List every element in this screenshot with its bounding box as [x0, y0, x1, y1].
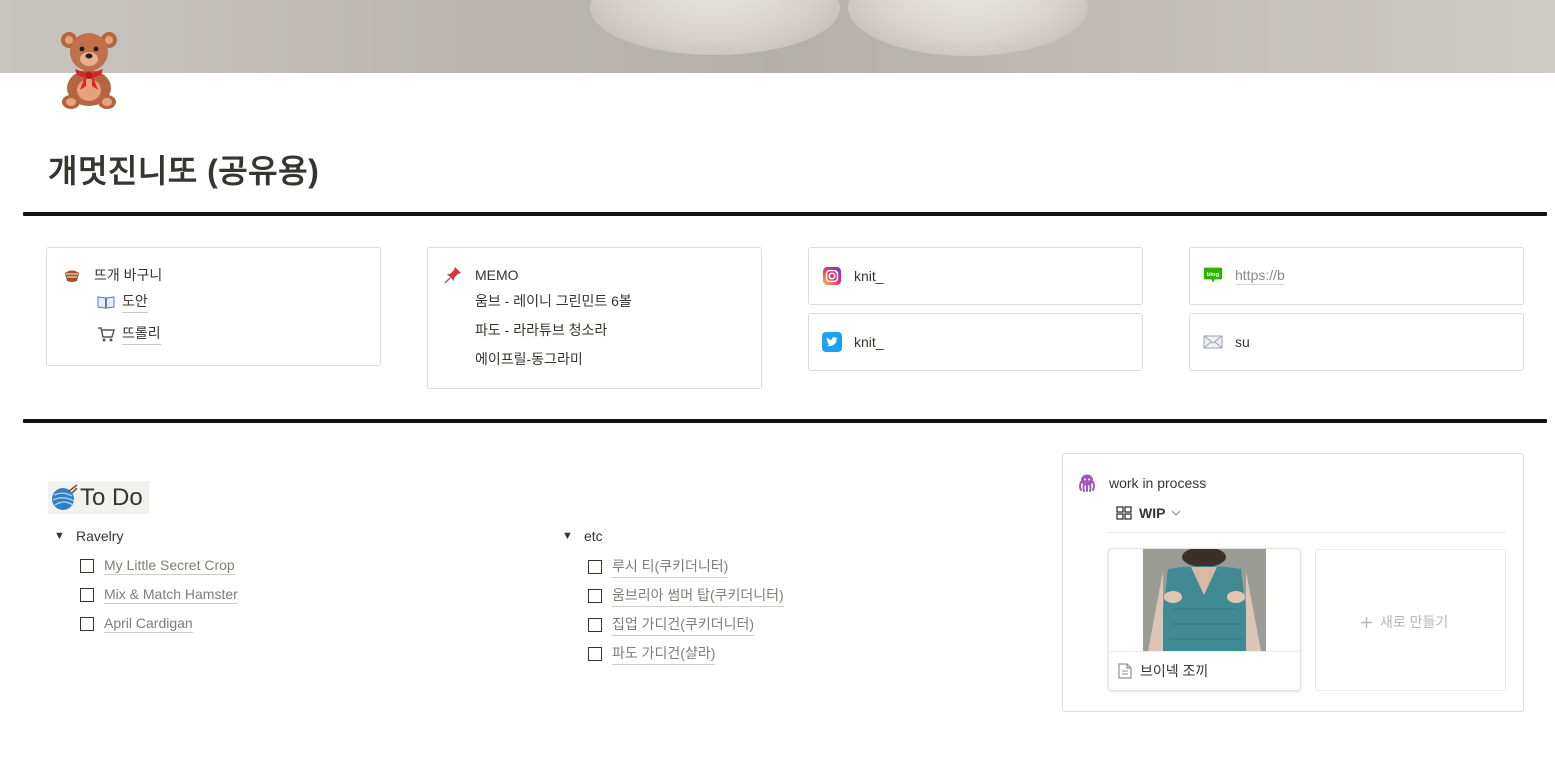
- basket-item-label[interactable]: 도안: [122, 291, 148, 313]
- page-document-icon: [1118, 663, 1132, 679]
- gallery-card[interactable]: 브이넥 조끼: [1108, 548, 1301, 691]
- todo-item[interactable]: 루시 티(쿠키더니터): [588, 556, 729, 578]
- wip-title: work in process: [1109, 475, 1207, 491]
- todo-item[interactable]: My Little Secret Crop: [80, 557, 235, 575]
- todo-item-label[interactable]: April Cardigan: [104, 615, 193, 633]
- gallery-view-icon: [1116, 506, 1132, 520]
- todo-item[interactable]: 움브리아 썸머 탑(쿠키더니터): [588, 585, 784, 607]
- todo-checkbox[interactable]: [588, 647, 602, 661]
- blog-url-link[interactable]: https://b: [1235, 267, 1285, 285]
- basket-callout[interactable]: 뜨개 바구니 도안 뜨롤리: [46, 247, 381, 366]
- todo-item[interactable]: 파도 가디건(샬라): [588, 643, 716, 665]
- todo-item[interactable]: Mix & Match Hamster: [80, 586, 238, 604]
- memo-line: 움브 - 레이니 그린민트 6볼: [475, 293, 632, 309]
- todo-item[interactable]: 집업 가디건(쿠키더니터): [588, 614, 755, 636]
- blog-callout[interactable]: blog https://b: [1189, 247, 1524, 305]
- svg-text:blog: blog: [1207, 272, 1220, 278]
- divider-top: [23, 212, 1547, 216]
- todo-checkbox[interactable]: [588, 589, 602, 603]
- toggle-title: Ravelry: [76, 528, 124, 544]
- instagram-handle[interactable]: knit_: [854, 268, 884, 284]
- view-divider: [1108, 532, 1506, 533]
- todo-checkbox[interactable]: [588, 560, 602, 574]
- octopus-icon: [1077, 473, 1097, 493]
- toggle-triangle-icon[interactable]: ▼: [562, 530, 584, 542]
- memo-line: 에이프릴-동그라미: [475, 351, 583, 367]
- twitter-handle[interactable]: knit_: [854, 334, 884, 350]
- todo-item[interactable]: April Cardigan: [80, 615, 193, 633]
- card-cover-image: [1143, 549, 1266, 651]
- todo-heading[interactable]: To Do: [48, 481, 149, 514]
- gallery-card-title[interactable]: 브이넥 조끼: [1140, 661, 1208, 681]
- page-title[interactable]: 개멋진니또 (공유용): [48, 146, 319, 192]
- mail-address[interactable]: su: [1235, 334, 1250, 350]
- instagram-icon: [822, 266, 842, 286]
- instagram-callout[interactable]: knit_: [808, 247, 1143, 305]
- todo-checkbox[interactable]: [80, 617, 94, 631]
- blog-icon: blog: [1203, 266, 1223, 286]
- toggle-title: etc: [584, 528, 603, 544]
- new-gallery-card-button[interactable]: 새로 만들기: [1315, 549, 1506, 691]
- todo-checkbox[interactable]: [80, 559, 94, 573]
- todo-heading-text: To Do: [80, 483, 143, 511]
- todo-item-label[interactable]: 집업 가디건(쿠키더니터): [612, 614, 755, 636]
- toggle-triangle-icon[interactable]: ▼: [54, 530, 76, 542]
- todo-item-label[interactable]: 움브리아 썸머 탑(쿠키더니터): [612, 585, 784, 607]
- memo-line: 파도 - 라라튜브 청소라: [475, 322, 608, 338]
- mail-callout[interactable]: su: [1189, 313, 1524, 371]
- view-label: WIP: [1139, 505, 1166, 521]
- basket-item-trolley[interactable]: 뜨롤리: [96, 323, 161, 345]
- book-icon: [96, 292, 116, 312]
- divider-middle: [23, 419, 1547, 423]
- todo-checkbox[interactable]: [80, 588, 94, 602]
- basket-icon: [62, 265, 82, 285]
- todo-item-label[interactable]: 루시 티(쿠키더니터): [612, 556, 729, 578]
- envelope-icon: [1203, 332, 1223, 352]
- page-cover[interactable]: [0, 0, 1555, 73]
- wip-callout[interactable]: work in process WIP 브이넥 조끼 새로 만들기: [1062, 453, 1524, 712]
- basket-item-label[interactable]: 뜨롤리: [122, 323, 161, 345]
- chevron-down-icon: [1171, 509, 1181, 517]
- memo-title: MEMO: [475, 267, 519, 283]
- basket-title: 뜨개 바구니: [94, 267, 163, 283]
- twitter-icon: [822, 332, 842, 352]
- basket-item-pattern[interactable]: 도안: [96, 291, 148, 313]
- shopping-cart-icon: [96, 324, 116, 344]
- new-card-label: 새로 만들기: [1380, 614, 1449, 630]
- todo-item-label[interactable]: Mix & Match Hamster: [104, 586, 238, 604]
- teddy-bear-icon[interactable]: [58, 28, 120, 110]
- twitter-callout[interactable]: knit_: [808, 313, 1143, 371]
- toggle-etc[interactable]: ▼ etc: [562, 528, 603, 544]
- plus-icon: [1360, 616, 1373, 629]
- view-selector[interactable]: WIP: [1116, 505, 1181, 521]
- todo-checkbox[interactable]: [588, 618, 602, 632]
- yarn-ball-icon: [50, 483, 78, 512]
- memo-callout[interactable]: MEMO 움브 - 레이니 그린민트 6볼 파도 - 라라튜브 청소라 에이프릴…: [427, 247, 762, 389]
- todo-item-label[interactable]: 파도 가디건(샬라): [612, 643, 716, 665]
- pushpin-icon: [443, 265, 463, 285]
- toggle-ravelry[interactable]: ▼ Ravelry: [54, 528, 123, 544]
- todo-item-label[interactable]: My Little Secret Crop: [104, 557, 235, 575]
